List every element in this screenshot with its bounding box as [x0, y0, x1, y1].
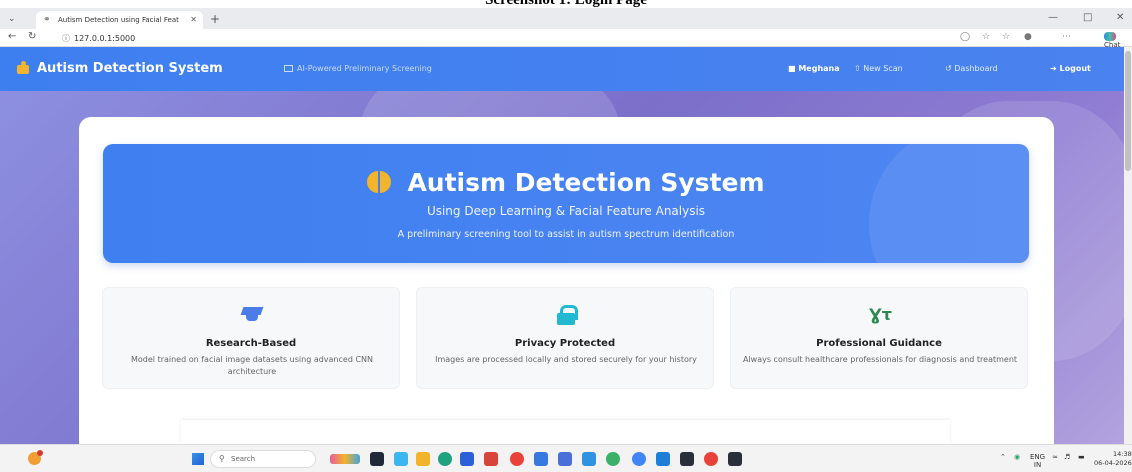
tab-title: Autism Detection using Facial Feat	[58, 16, 179, 24]
lang-primary: ENG	[1030, 453, 1046, 461]
close-tab-icon[interactable]: ✕	[190, 15, 197, 24]
dashboard-label: Dashboard	[954, 64, 998, 73]
hero-banner: Autism Detection System Using Deep Learn…	[103, 144, 1029, 263]
tray-chevron-icon[interactable]: ⌃	[1000, 453, 1006, 461]
hero-title: Autism Detection System	[103, 168, 1029, 197]
document-caption: Screenshot 1: Login Page	[485, 0, 647, 8]
favorites-bar-icon[interactable]: ☆	[1002, 32, 1010, 42]
back-arrow-icon[interactable]: ←	[8, 31, 16, 42]
task-view-icon[interactable]	[370, 452, 384, 466]
language-indicator[interactable]: ENG IN	[1030, 453, 1045, 469]
battery-icon[interactable]: ▬	[1078, 453, 1085, 461]
weather-widget-icon[interactable]	[28, 450, 43, 465]
logout-label: Logout	[1059, 64, 1091, 73]
address-bar-row: ← ↻ ⓘ 127.0.0.1:5000 ◯ ☆ ☆ ● ⋯ Chat	[0, 29, 1132, 49]
more-menu-icon[interactable]: ⋯	[1062, 32, 1071, 42]
new-tab-plus-icon[interactable]: +	[210, 12, 220, 26]
app-icon[interactable]	[606, 452, 620, 466]
id-card-icon	[284, 65, 293, 72]
ms-store-icon[interactable]	[460, 452, 474, 466]
browser-tab-bar: ⌄ ⚭ Autism Detection using Facial Feat ✕…	[0, 8, 1132, 29]
feature-description: Model trained on facial image datasets u…	[131, 355, 373, 376]
hero-subtitle: Using Deep Learning & Facial Feature Ana…	[426, 204, 706, 218]
chrome-icon[interactable]	[632, 452, 646, 466]
nav-new-scan[interactable]: ⇧ New Scan	[854, 64, 903, 73]
app-icon[interactable]	[582, 452, 596, 466]
clock-date: 06-04-2026	[1094, 459, 1132, 467]
lock-icon	[557, 305, 578, 325]
favorite-star-icon[interactable]: ☆	[982, 32, 990, 42]
browser-tab[interactable]: ⚭ Autism Detection using Facial Feat ✕	[36, 11, 203, 29]
copilot-icon	[1104, 32, 1116, 41]
lang-secondary: IN	[1033, 461, 1042, 469]
app-navbar: Autism Detection System AI-Powered Preli…	[0, 47, 1124, 91]
terminal-icon[interactable]	[728, 452, 742, 466]
url-text: 127.0.0.1:5000	[74, 34, 136, 43]
app-icon[interactable]	[680, 452, 694, 466]
stethoscope-icon: Ɣτ	[869, 305, 892, 324]
url-field[interactable]: ⓘ 127.0.0.1:5000	[62, 33, 135, 44]
scrollbar-thumb[interactable]	[1125, 51, 1131, 171]
nav-logout[interactable]: ➜ Logout	[1050, 64, 1091, 73]
restore-icon[interactable]: □	[1083, 12, 1092, 23]
tagline-text: AI-Powered Preliminary Screening	[297, 64, 432, 73]
reader-view-icon[interactable]: ◯	[960, 32, 970, 42]
app-icon[interactable]	[704, 452, 718, 466]
vscode-icon[interactable]	[656, 452, 670, 466]
tray-app-icon[interactable]: ◉	[1014, 453, 1020, 461]
site-info-icon[interactable]: ⓘ	[62, 34, 70, 43]
powerpoint-icon[interactable]	[484, 452, 498, 466]
tagline: AI-Powered Preliminary Screening	[284, 64, 432, 73]
feature-card-guidance: Ɣτ Professional Guidance Always consult …	[730, 287, 1028, 389]
windows-start-icon[interactable]	[192, 453, 204, 465]
feature-title: Professional Guidance	[816, 338, 942, 349]
brain-icon	[367, 171, 392, 193]
graduation-cap-icon	[241, 307, 263, 321]
brand-title[interactable]: Autism Detection System	[37, 61, 223, 76]
volume-icon[interactable]: ♬	[1064, 453, 1070, 461]
feature-card-research: Research-Based Model trained on facial i…	[102, 287, 400, 389]
taskbar-search[interactable]: ⚲ Search	[210, 450, 316, 468]
feature-card-privacy: Privacy Protected Images are processed l…	[416, 287, 714, 389]
puzzle-icon	[16, 61, 30, 75]
search-icon: ⚲	[219, 454, 225, 463]
login-form-card	[181, 420, 950, 444]
app-icon[interactable]	[558, 452, 572, 466]
globe-icon: ⚭	[43, 15, 51, 25]
widgets-icon[interactable]	[394, 452, 408, 466]
search-placeholder: Search	[231, 455, 256, 463]
edge-browser-icon[interactable]	[438, 452, 452, 466]
nav-user[interactable]: ■ Meghana	[788, 64, 840, 73]
clock[interactable]: 14:38 06-04-2026	[1094, 450, 1132, 468]
feature-description: Always consult healthcare professionals …	[742, 355, 1018, 364]
minimize-icon[interactable]: —	[1048, 12, 1058, 23]
page-scrollbar[interactable]	[1124, 47, 1132, 444]
hero-title-text: Autism Detection System	[407, 168, 765, 197]
app-icon[interactable]	[534, 452, 548, 466]
feature-description: Images are processed locally and stored …	[435, 355, 697, 364]
user-name: Meghana	[798, 64, 840, 73]
clock-time: 14:38	[1113, 450, 1132, 458]
profile-avatar-icon[interactable]: ●	[1024, 32, 1032, 42]
wifi-icon[interactable]: ≈	[1052, 453, 1058, 461]
new-scan-label: New Scan	[863, 64, 903, 73]
feature-title: Research-Based	[205, 338, 297, 349]
hero-description: A preliminary screening tool to assist i…	[397, 229, 735, 240]
reload-icon[interactable]: ↻	[28, 31, 36, 42]
tab-actions-chevron-icon[interactable]: ⌄	[8, 14, 16, 24]
file-explorer-icon[interactable]	[416, 452, 430, 466]
close-window-icon[interactable]: ✕	[1116, 12, 1124, 23]
windows-taskbar: ⚲ Search ⌃ ◉ ENG IN ≈ ♬ ▬ 14:38 06-04-2026	[0, 444, 1132, 472]
search-highlight-icon[interactable]	[330, 454, 360, 464]
nav-dashboard[interactable]: ↺ Dashboard	[945, 64, 998, 73]
feature-title: Privacy Protected	[514, 338, 616, 349]
opera-icon[interactable]	[510, 452, 524, 466]
